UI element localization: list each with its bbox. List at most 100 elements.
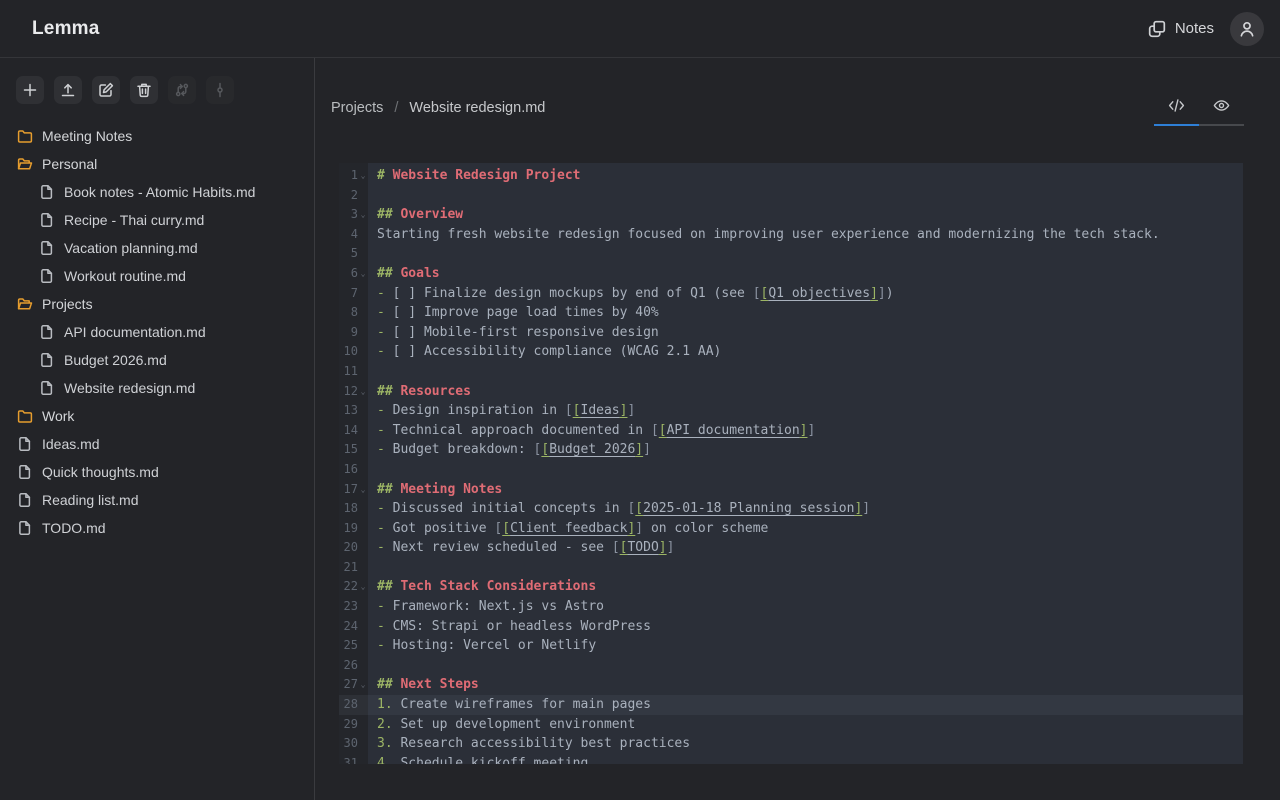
editor-line[interactable]: 6⌄## Goals <box>339 264 1243 284</box>
code-line[interactable]: ## Tech Stack Considerations <box>368 577 596 597</box>
fold-chevron-icon[interactable]: ⌄ <box>358 577 368 597</box>
editor-line[interactable]: 16 <box>339 460 1243 480</box>
tree-file-reading-list-md[interactable]: Reading list.md <box>0 486 314 514</box>
editor-line[interactable]: 9- [ ] Mobile-first responsive design <box>339 323 1243 343</box>
fold-chevron-icon[interactable]: ⌄ <box>358 205 368 225</box>
tree-folder-projects[interactable]: Projects <box>0 290 314 318</box>
editor-line[interactable]: 18- Discussed initial concepts in [[2025… <box>339 499 1243 519</box>
editor-line[interactable]: 2 <box>339 186 1243 206</box>
tree-file-workout-routine-md[interactable]: Workout routine.md <box>0 262 314 290</box>
tree-folder-work[interactable]: Work <box>0 402 314 430</box>
code-line[interactable] <box>368 362 377 382</box>
code-line[interactable]: ## Resources <box>368 382 471 402</box>
tree-folder-personal[interactable]: Personal <box>0 150 314 178</box>
code-token-lk[interactable]: API documentation <box>667 423 800 438</box>
tree-folder-meeting-notes[interactable]: Meeting Notes <box>0 122 314 150</box>
code-line[interactable]: - Discussed initial concepts in [[2025-0… <box>368 499 870 519</box>
tree-file-todo-md[interactable]: TODO.md <box>0 514 314 542</box>
editor-line[interactable]: 11 <box>339 362 1243 382</box>
code-line[interactable] <box>368 186 377 206</box>
editor-line[interactable]: 25- Hosting: Vercel or Netlify <box>339 636 1243 656</box>
editor-line[interactable]: 23- Framework: Next.js vs Astro <box>339 597 1243 617</box>
code-line[interactable]: - Hosting: Vercel or Netlify <box>368 636 596 656</box>
code-line[interactable]: - Technical approach documented in [[API… <box>368 421 815 441</box>
code-line[interactable]: - [ ] Accessibility compliance (WCAG 2.1… <box>368 342 721 362</box>
code-line[interactable] <box>368 656 377 676</box>
code-line[interactable]: - [ ] Improve page load times by 40% <box>368 303 659 323</box>
code-line[interactable]: - [ ] Mobile-first responsive design <box>368 323 659 343</box>
delete-button[interactable] <box>130 76 158 104</box>
editor-line[interactable]: 20- Next review scheduled - see [[TODO]] <box>339 538 1243 558</box>
tree-file-quick-thoughts-md[interactable]: Quick thoughts.md <box>0 458 314 486</box>
editor-line[interactable]: 10- [ ] Accessibility compliance (WCAG 2… <box>339 342 1243 362</box>
editor-line[interactable]: 19- Got positive [[Client feedback]] on … <box>339 519 1243 539</box>
code-line[interactable]: - Framework: Next.js vs Astro <box>368 597 604 617</box>
code-line[interactable]: 3. Research accessibility best practices <box>368 734 690 754</box>
code-token-lk[interactable]: TODO <box>627 540 658 555</box>
editor-line[interactable]: 21 <box>339 558 1243 578</box>
code-line[interactable]: 1. Create wireframes for main pages <box>368 695 651 715</box>
editor-line[interactable]: 1⌄# Website Redesign Project <box>339 166 1243 186</box>
editor-line[interactable]: 8- [ ] Improve page load times by 40% <box>339 303 1243 323</box>
code-line[interactable]: - Design inspiration in [[Ideas]] <box>368 401 635 421</box>
fold-chevron-icon[interactable]: ⌄ <box>358 166 368 186</box>
editor-line[interactable]: 17⌄## Meeting Notes <box>339 480 1243 500</box>
editor-line[interactable]: 3⌄## Overview <box>339 205 1243 225</box>
code-line[interactable]: - Next review scheduled - see [[TODO]] <box>368 538 674 558</box>
code-token-lk[interactable]: Client feedback <box>510 521 627 536</box>
code-token-lk[interactable]: Budget 2026 <box>549 442 635 457</box>
editor-line[interactable]: 24- CMS: Strapi or headless WordPress <box>339 617 1243 637</box>
tree-file-api-documentation-md[interactable]: API documentation.md <box>0 318 314 346</box>
editor-line[interactable]: 314. Schedule kickoff meeting <box>339 754 1243 764</box>
code-line[interactable]: Starting fresh website redesign focused … <box>368 225 1160 245</box>
breadcrumb-folder[interactable]: Projects <box>331 100 383 116</box>
tree-file-budget-2026-md[interactable]: Budget 2026.md <box>0 346 314 374</box>
code-line[interactable]: # Website Redesign Project <box>368 166 581 186</box>
code-line[interactable]: - [ ] Finalize design mockups by end of … <box>368 284 894 304</box>
editor-line[interactable]: 292. Set up development environment <box>339 715 1243 735</box>
code-line[interactable]: 2. Set up development environment <box>368 715 635 735</box>
markdown-editor[interactable]: 1⌄# Website Redesign Project23⌄## Overvi… <box>339 163 1243 764</box>
tree-file-ideas-md[interactable]: Ideas.md <box>0 430 314 458</box>
fold-chevron-icon[interactable]: ⌄ <box>358 264 368 284</box>
editor-line[interactable]: 22⌄## Tech Stack Considerations <box>339 577 1243 597</box>
code-token-lk[interactable]: Q1 objectives <box>768 286 870 301</box>
editor-line[interactable]: 4Starting fresh website redesign focused… <box>339 225 1243 245</box>
code-line[interactable] <box>368 244 377 264</box>
code-line[interactable] <box>368 558 377 578</box>
editor-line[interactable]: 15- Budget breakdown: [[Budget 2026]] <box>339 440 1243 460</box>
upload-button[interactable] <box>54 76 82 104</box>
code-line[interactable]: - Got positive [[Client feedback]] on co… <box>368 519 768 539</box>
code-token-lk[interactable]: 2025-01-18 Planning session <box>643 501 854 516</box>
code-view-tab[interactable] <box>1154 92 1199 118</box>
editor-line[interactable]: 5 <box>339 244 1243 264</box>
code-line[interactable]: - Budget breakdown: [[Budget 2026]] <box>368 440 651 460</box>
code-line[interactable]: - CMS: Strapi or headless WordPress <box>368 617 651 637</box>
editor-line[interactable]: 27⌄## Next Steps <box>339 675 1243 695</box>
edit-button[interactable] <box>92 76 120 104</box>
code-line[interactable]: ## Overview <box>368 205 463 225</box>
tree-file-book-notes-atomic-habits-md[interactable]: Book notes - Atomic Habits.md <box>0 178 314 206</box>
fold-chevron-icon[interactable]: ⌄ <box>358 675 368 695</box>
tree-file-vacation-planning-md[interactable]: Vacation planning.md <box>0 234 314 262</box>
tree-file-recipe-thai-curry-md[interactable]: Recipe - Thai curry.md <box>0 206 314 234</box>
editor-line[interactable]: 13- Design inspiration in [[Ideas]] <box>339 401 1243 421</box>
code-line[interactable]: 4. Schedule kickoff meeting <box>368 754 588 764</box>
editor-line[interactable]: 303. Research accessibility best practic… <box>339 734 1243 754</box>
code-token-lk[interactable]: Ideas <box>581 403 620 418</box>
fold-chevron-icon[interactable]: ⌄ <box>358 382 368 402</box>
editor-line[interactable]: 26 <box>339 656 1243 676</box>
avatar[interactable] <box>1230 12 1264 46</box>
fold-chevron-icon[interactable]: ⌄ <box>358 480 368 500</box>
editor-line[interactable]: 7- [ ] Finalize design mockups by end of… <box>339 284 1243 304</box>
code-line[interactable]: ## Next Steps <box>368 675 479 695</box>
editor-line[interactable]: 14- Technical approach documented in [[A… <box>339 421 1243 441</box>
preview-view-tab[interactable] <box>1199 92 1244 118</box>
tree-file-website-redesign-md[interactable]: Website redesign.md <box>0 374 314 402</box>
new-note-button[interactable] <box>16 76 44 104</box>
code-line[interactable]: ## Goals <box>368 264 440 284</box>
editor-line[interactable]: 12⌄## Resources <box>339 382 1243 402</box>
code-line[interactable]: ## Meeting Notes <box>368 480 502 500</box>
code-line[interactable] <box>368 460 377 480</box>
editor-line[interactable]: 281. Create wireframes for main pages <box>339 695 1243 715</box>
